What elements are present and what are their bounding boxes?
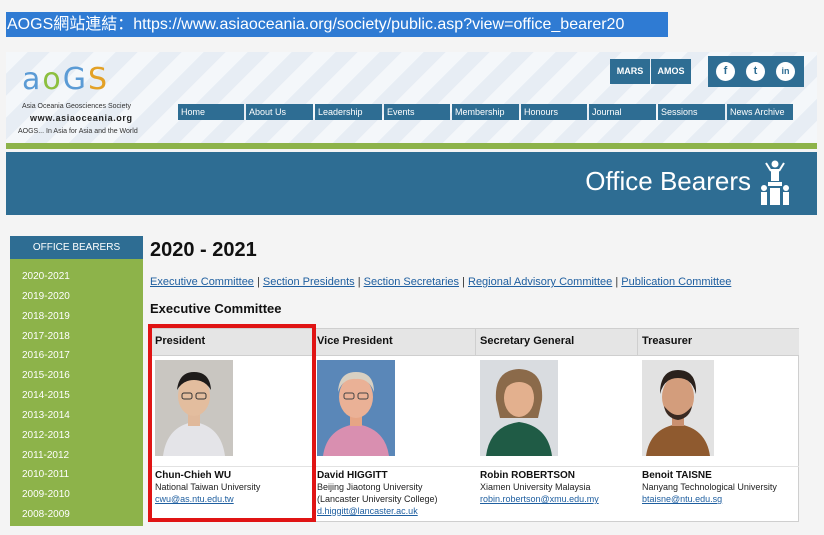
sidebar-year-item[interactable]: 2019-2020 [10, 287, 143, 307]
sidebar-year-item[interactable]: 2009-2010 [10, 485, 143, 505]
link-executive-committee[interactable]: Executive Committee [150, 276, 254, 288]
highlight-box [148, 324, 316, 522]
link-section-secretaries[interactable]: Section Secretaries [364, 276, 459, 288]
twitter-icon[interactable]: t [746, 62, 765, 81]
committee-links: Executive Committee | Section Presidents… [150, 276, 732, 288]
sidebar-year-item[interactable]: 2016-2017 [10, 346, 143, 366]
nav-events[interactable]: Events [384, 104, 450, 120]
link-publication-committee[interactable]: Publication Committee [621, 276, 731, 288]
nav-honours[interactable]: Honours [521, 104, 587, 120]
sidebar-year-item[interactable]: 2018-2019 [10, 307, 143, 327]
linkedin-icon[interactable]: in [776, 62, 795, 81]
year-heading: 2020 - 2021 [150, 239, 257, 261]
logo-society-name: Asia Oceania Geosciences Society [22, 103, 131, 110]
logo-website: www.asiaoceania.org [30, 113, 133, 123]
sidebar-year-item[interactable]: 2010-2011 [10, 465, 143, 485]
logo-tagline: AOGS... In Asia for Asia and the World [18, 128, 138, 135]
sidebar-year-item[interactable]: 2017-2018 [10, 327, 143, 347]
nav-news-archive[interactable]: News Archive [727, 104, 793, 120]
committee-member-vice-president: Vice President David HIGGITT Beijing Jia… [313, 329, 476, 521]
amos-link[interactable]: AMOS [651, 59, 691, 84]
sidebar-year-item[interactable]: 2012-2013 [10, 426, 143, 446]
url-text[interactable]: AOGS網站連結：https://www.asiaoceania.org/soc… [6, 12, 668, 37]
member-email-link[interactable]: robin.robertson@xmu.edu.my [480, 494, 599, 504]
sidebar-year-item[interactable]: 2020-2021 [10, 267, 143, 287]
mars-link[interactable]: MARS [610, 59, 650, 84]
member-photo [480, 360, 558, 456]
member-institution: Xiamen University Malaysia [480, 482, 591, 492]
link-section-presidents[interactable]: Section Presidents [263, 276, 355, 288]
section-heading: Executive Committee [150, 301, 282, 316]
sidebar-year-item[interactable]: 2008-2009 [10, 505, 143, 525]
member-name: Robin ROBERTSON [480, 470, 575, 481]
member-email-link[interactable]: btaisne@ntu.edu.sg [642, 494, 722, 504]
sidebar-year-item[interactable]: 2011-2012 [10, 446, 143, 466]
logo-rings: aoGS [22, 62, 110, 97]
nav-journal[interactable]: Journal [589, 104, 656, 120]
role-header: Secretary General [476, 329, 638, 356]
sidebar-year-item[interactable]: 2015-2016 [10, 366, 143, 386]
podium-people-icon [761, 160, 789, 205]
committee-member-secretary-general: Secretary General Robin ROBERTSON Xiamen… [476, 329, 638, 521]
sidebar-heading: OFFICE BEARERS [10, 236, 143, 259]
sidebar-year-item[interactable]: 2013-2014 [10, 406, 143, 426]
sidebar-year-item[interactable]: 2014-2015 [10, 386, 143, 406]
role-header: Treasurer [638, 329, 799, 356]
page-title: Office Bearers [585, 166, 751, 196]
page: AOGS網站連結：https://www.asiaoceania.org/soc… [0, 0, 824, 535]
header-green-strip [6, 143, 817, 149]
nav-home[interactable]: Home [178, 104, 244, 120]
member-name: David HIGGITT [317, 470, 388, 481]
year-sidebar: OFFICE BEARERS 2020-2021 2019-2020 2018-… [10, 236, 143, 526]
nav-sessions[interactable]: Sessions [658, 104, 725, 120]
member-name: Benoit TAISNE [642, 470, 712, 481]
committee-member-treasurer: Treasurer Benoit TAISNE Nanyang Technolo… [638, 329, 799, 521]
facebook-icon[interactable]: f [716, 62, 735, 81]
role-header: Vice President [313, 329, 476, 356]
aogs-logo[interactable]: aoGS Asia Oceania Geosciences Society ww… [18, 62, 153, 142]
nav-about-us[interactable]: About Us [246, 104, 313, 120]
nav-membership[interactable]: Membership [452, 104, 519, 120]
member-photo [317, 360, 395, 456]
member-institution: Beijing Jiaotong University [317, 482, 423, 492]
social-links: f t in [708, 56, 804, 87]
page-banner: Office Bearers [6, 152, 817, 215]
site-header: aoGS Asia Oceania Geosciences Society ww… [6, 52, 817, 149]
link-regional-advisory-committee[interactable]: Regional Advisory Committee [468, 276, 612, 288]
member-institution: (Lancaster University College) [317, 494, 438, 504]
member-photo [642, 360, 714, 456]
member-institution: Nanyang Technological University [642, 482, 777, 492]
main-nav: Home About Us Leadership Events Membersh… [178, 104, 793, 120]
member-email-link[interactable]: d.higgitt@lancaster.ac.uk [317, 506, 418, 516]
nav-leadership[interactable]: Leadership [315, 104, 382, 120]
